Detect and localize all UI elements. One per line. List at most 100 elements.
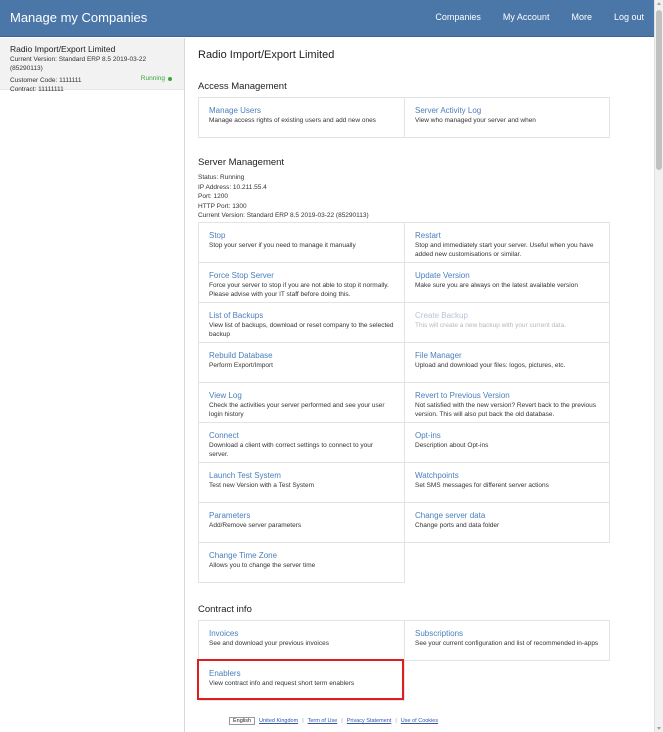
footer-link-country[interactable]: United Kingdom xyxy=(259,718,298,724)
app-title[interactable]: Manage my Companies xyxy=(10,10,147,25)
card-description: Force your server to stop if you are not… xyxy=(209,282,389,298)
nav-my-account[interactable]: My Account xyxy=(503,12,550,22)
card-description: Description about Opt-ins xyxy=(415,442,489,449)
server-activity-log-link[interactable]: Server Activity Log xyxy=(415,106,599,116)
card-description: Not satisfied with the new version? Reve… xyxy=(415,402,597,418)
top-navigation-bar: Manage my Companies Companies My Account… xyxy=(0,0,654,37)
footer-link-privacy[interactable]: Privacy Statement xyxy=(347,718,392,724)
server-port: Port: 1200 xyxy=(198,193,228,200)
launch-test-system-link[interactable]: Launch Test System xyxy=(209,471,394,481)
footer-separator: | xyxy=(302,718,304,724)
company-name: Radio Import/Export Limited xyxy=(10,44,116,54)
main-content: Radio Import/Export Limited Access Manag… xyxy=(198,38,610,701)
scroll-down-arrow-icon[interactable] xyxy=(657,727,661,730)
server-action-card: List of Backups View list of backups, do… xyxy=(198,302,405,343)
server-action-card: Change server data Change ports and data… xyxy=(404,502,610,543)
card-description: View contract info and request short ter… xyxy=(209,680,355,687)
manage-users-link[interactable]: Manage Users xyxy=(209,106,394,116)
file-manager-link[interactable]: File Manager xyxy=(415,351,599,361)
server-action-card: Revert to Previous Version Not satisfied… xyxy=(404,382,610,423)
create-backup-link: Create Backup xyxy=(415,311,468,320)
card-description: Allows you to change the server time xyxy=(209,562,316,569)
access-management-heading: Access Management xyxy=(198,81,287,92)
server-action-card: Stop Stop your server if you need to man… xyxy=(198,222,405,263)
access-management-card: Server Activity Log View who managed you… xyxy=(404,97,610,138)
revert-to-previous-version-link[interactable]: Revert to Previous Version xyxy=(415,391,599,401)
card-description: This will create a new backup with your … xyxy=(415,322,567,329)
contract-info-grid: Invoices See and download your previous … xyxy=(198,620,610,701)
server-action-card: View Log Check the activities your serve… xyxy=(198,382,405,423)
enablers-link[interactable]: Enablers xyxy=(209,669,394,679)
server-http-port: HTTP Port: 1300 xyxy=(198,202,247,210)
card-description: Manage access rights of existing users a… xyxy=(209,117,376,124)
change-time-zone-link[interactable]: Change Time Zone xyxy=(209,551,394,561)
parameters-link[interactable]: Parameters xyxy=(209,511,394,521)
footer-separator: | xyxy=(395,718,397,724)
server-action-card: Rebuild Database Perform Export/Import xyxy=(198,342,405,383)
empty-cell xyxy=(404,660,610,701)
watchpoints-link[interactable]: Watchpoints xyxy=(415,471,599,481)
stop-link[interactable]: Stop xyxy=(209,231,394,241)
card-description: Stop and immediately start your server. … xyxy=(415,242,594,258)
contract-card: Enablers View contract info and request … xyxy=(198,660,405,701)
card-description: Make sure you are always on the latest a… xyxy=(415,282,578,289)
server-action-card: Watchpoints Set SMS messages for differe… xyxy=(404,462,610,503)
language-select[interactable]: English xyxy=(229,717,256,725)
card-description: Test new Version with a Test System xyxy=(209,482,315,489)
card-description: View list of backups, download or reset … xyxy=(209,322,394,338)
force-stop-server-link[interactable]: Force Stop Server xyxy=(209,271,394,281)
server-action-card: Force Stop Server Force your server to s… xyxy=(198,262,405,303)
card-description: Stop your server if you need to manage i… xyxy=(209,242,356,249)
footer-link-cookies[interactable]: Use of Cookies xyxy=(401,718,438,724)
nav-companies[interactable]: Companies xyxy=(435,12,481,22)
server-current-version: Current Version: Standard ERP 8.5 2019-0… xyxy=(198,212,369,219)
company-version: Current Version: Standard ERP 8.5 2019-0… xyxy=(10,56,147,72)
restart-link[interactable]: Restart xyxy=(415,231,599,241)
access-management-card: Manage Users Manage access rights of exi… xyxy=(198,97,405,138)
contract-card: Invoices See and download your previous … xyxy=(198,620,405,661)
opt-ins-link[interactable]: Opt-ins xyxy=(415,431,599,441)
server-ip-address: IP Address: 10.211.55.4 xyxy=(198,183,267,191)
scroll-thumb[interactable] xyxy=(656,10,662,170)
connect-link[interactable]: Connect xyxy=(209,431,394,441)
server-action-card: Create Backup This will create a new bac… xyxy=(404,302,610,343)
invoices-link[interactable]: Invoices xyxy=(209,629,394,639)
subscriptions-link[interactable]: Subscriptions xyxy=(415,629,599,639)
server-management-grid: Stop Stop your server if you need to man… xyxy=(198,222,610,583)
card-description: Set SMS messages for different server ac… xyxy=(415,482,549,489)
change-server-data-link[interactable]: Change server data xyxy=(415,511,599,521)
card-description: Check the activities your server perform… xyxy=(209,402,385,418)
rebuild-database-link[interactable]: Rebuild Database xyxy=(209,351,394,361)
status-dot-icon xyxy=(168,76,172,81)
nav-log-out[interactable]: Log out xyxy=(614,12,644,22)
sidebar-company-item[interactable]: Radio Import/Export Limited Current Vers… xyxy=(0,38,184,93)
page-scrollbar[interactable] xyxy=(654,0,663,732)
server-action-card: File Manager Upload and download your fi… xyxy=(404,342,610,383)
contract-card: Subscriptions See your current configura… xyxy=(404,620,610,661)
main-nav: Companies My Account More Log out xyxy=(435,12,644,22)
card-description: Perform Export/Import xyxy=(209,362,273,369)
card-description: Add/Remove server parameters xyxy=(209,522,302,529)
server-action-card: Change Time Zone Allows you to change th… xyxy=(198,542,405,583)
card-description: See your current configuration and list … xyxy=(415,640,599,647)
update-version-link[interactable]: Update Version xyxy=(415,271,599,281)
footer: English United Kingdom | Term of Use | P… xyxy=(229,717,438,725)
access-management-grid: Manage Users Manage access rights of exi… xyxy=(198,97,610,138)
status-label: Running xyxy=(140,75,165,82)
server-action-card: Parameters Add/Remove server parameters xyxy=(198,502,405,543)
company-contract: Contract: 11111111 xyxy=(10,86,64,93)
footer-link-terms[interactable]: Term of Use xyxy=(308,718,338,724)
card-description: View who managed your server and when xyxy=(415,117,536,124)
nav-more[interactable]: More xyxy=(571,12,592,22)
list-of-backups-link[interactable]: List of Backups xyxy=(209,311,394,321)
card-description: Change ports and data folder xyxy=(415,522,500,529)
scroll-up-arrow-icon[interactable] xyxy=(657,2,661,5)
empty-cell xyxy=(404,542,610,583)
server-management-heading: Server Management xyxy=(198,157,285,168)
view-log-link[interactable]: View Log xyxy=(209,391,394,401)
contract-info-heading: Contract info xyxy=(198,604,252,615)
server-action-card: Launch Test System Test new Version with… xyxy=(198,462,405,503)
card-description: See and download your previous invoices xyxy=(209,640,329,647)
sidebar: Radio Import/Export Limited Current Vers… xyxy=(0,38,185,732)
status-badge: Running xyxy=(141,75,172,82)
